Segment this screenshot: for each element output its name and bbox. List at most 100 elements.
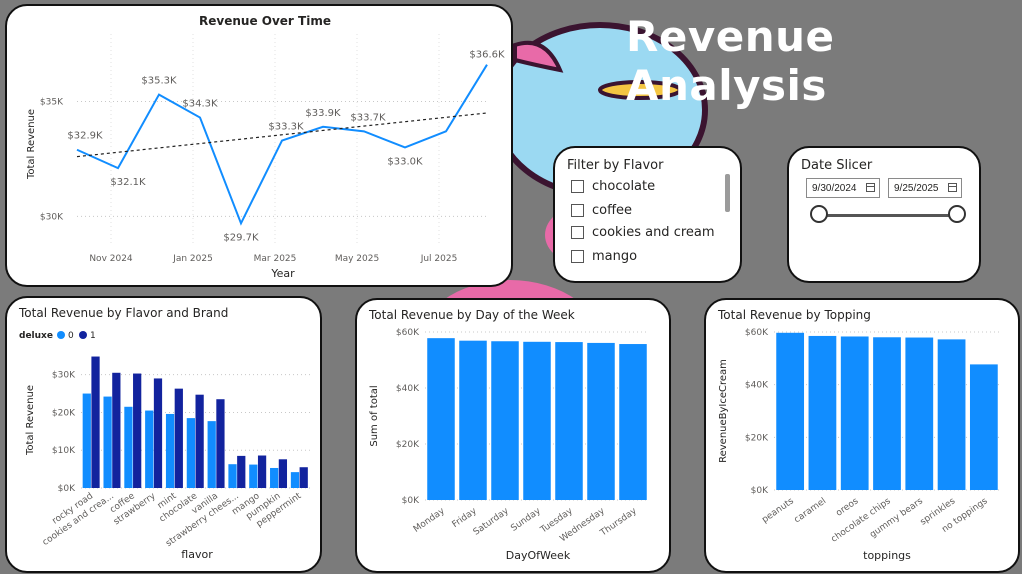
calendar-icon[interactable]: [948, 183, 957, 192]
x-axis-title: Year: [270, 267, 295, 280]
bar: [91, 356, 100, 488]
checkbox-icon[interactable]: [571, 203, 584, 217]
bar: [257, 455, 267, 488]
date-range-end-handle[interactable]: [948, 205, 966, 223]
data-label: $33.0K: [387, 156, 423, 167]
flavor-filter-scrollbar[interactable]: [725, 174, 730, 212]
bar: [195, 394, 204, 488]
data-label: $35.3K: [141, 76, 177, 87]
date-range-track[interactable]: [819, 214, 959, 217]
page-title: Revenue Analysis: [626, 12, 835, 110]
data-label: $33.9K: [305, 108, 341, 119]
day-of-week-panel: Total Revenue by Day of the Week $0K $20K $…: [355, 298, 671, 573]
calendar-icon[interactable]: [866, 183, 875, 192]
legend-label: 0: [68, 331, 74, 341]
y-tick-label: $20K: [745, 433, 769, 443]
bar: [278, 459, 288, 488]
bar: [840, 336, 869, 490]
y-axis-title: RevenueByIceCream: [718, 359, 729, 463]
data-label: $33.7K: [350, 112, 386, 123]
y-tick-label: $0K: [751, 486, 769, 496]
revenue-line: [76, 64, 488, 226]
day-of-week-chart: Total Revenue by Day of the Week $0K $20K $…: [368, 308, 649, 562]
flavor-option-mango[interactable]: mango: [571, 246, 637, 266]
flavor-option-label: mango: [592, 248, 638, 264]
y-axis-title: Sum of total: [369, 385, 380, 446]
end-date-value: 9/25/2025: [894, 182, 939, 194]
bar: [145, 410, 154, 488]
chart-title: Revenue Over Time: [199, 14, 331, 28]
bar: [491, 341, 519, 500]
flavor-option-coffee[interactable]: coffee: [571, 200, 632, 220]
bar: [249, 464, 258, 488]
bar: [165, 413, 175, 488]
x-tick-label: Nov 2024: [89, 254, 133, 264]
flavor-brand-chart: Total Revenue by Flavor and Brand deluxe 0…: [18, 306, 310, 561]
y-tick-label: $10K: [52, 446, 76, 456]
checkbox-icon[interactable]: [571, 225, 584, 239]
bar: [207, 421, 216, 488]
flavor-filter-panel: Filter by Flavor chocolate coffee cookie…: [553, 146, 742, 283]
data-label: $32.1K: [110, 177, 146, 188]
x-tick-label: Sunday: [509, 506, 543, 534]
checkbox-icon[interactable]: [571, 179, 584, 193]
x-axis-title: toppings: [863, 549, 911, 562]
x-tick-label: Jan 2025: [172, 254, 213, 264]
bar: [587, 342, 615, 500]
flavor-filter-title: Filter by Flavor: [567, 158, 664, 173]
bar: [555, 342, 583, 500]
chart-title: Total Revenue by Topping: [717, 308, 871, 322]
bar: [937, 339, 966, 490]
bar: [186, 418, 195, 488]
bar: [427, 338, 455, 500]
bar: [459, 340, 487, 500]
bar: [905, 337, 934, 490]
y-tick-label: $40K: [745, 381, 769, 391]
y-tick-label: $40K: [396, 384, 420, 394]
flavor-option-cookies-and-cream[interactable]: cookies and cream: [571, 222, 715, 242]
flavor-option-label: cookies and cream: [592, 224, 715, 240]
trend-line: [76, 112, 488, 158]
data-label: $29.7K: [223, 232, 259, 243]
y-tick-label: $35K: [40, 97, 64, 107]
topping-panel: Total Revenue by Topping $0K $20K $40K $60K p…: [704, 298, 1020, 573]
start-date-input[interactable]: 9/30/2024: [806, 178, 880, 198]
x-axis-title: flavor: [181, 548, 213, 561]
legend-marker: [79, 331, 87, 339]
bar: [228, 464, 237, 488]
date-range-start-handle[interactable]: [810, 205, 828, 223]
revenue-over-time-chart: Revenue Over Time $30K $35K Nov 2024 Jan 202…: [26, 14, 505, 280]
x-tick-label: Monday: [412, 506, 447, 535]
y-tick-label: $0K: [402, 496, 420, 506]
flavor-option-chocolate[interactable]: chocolate: [571, 176, 655, 196]
legend-label: 1: [90, 331, 96, 341]
legend-title: deluxe: [19, 331, 53, 341]
bar: [270, 467, 279, 488]
bar: [103, 396, 112, 488]
bar: [82, 393, 91, 488]
y-tick-label: $20K: [396, 440, 420, 450]
y-axis-title: Total Revenue: [25, 385, 36, 456]
data-label: $36.6K: [469, 50, 505, 61]
x-tick-label: Jul 2025: [420, 254, 458, 264]
bar: [290, 472, 300, 488]
chart-title: Total Revenue by Day of the Week: [368, 308, 575, 322]
data-label: $33.3K: [268, 122, 304, 133]
bar: [237, 455, 246, 488]
bar: [808, 335, 837, 490]
bar: [133, 373, 142, 488]
bar: [523, 341, 551, 500]
y-tick-label: $0K: [58, 484, 76, 494]
y-tick-label: $60K: [396, 328, 420, 338]
bar: [873, 337, 901, 490]
end-date-input[interactable]: 9/25/2025: [888, 178, 962, 198]
date-slicer-title: Date Slicer: [801, 158, 873, 173]
checkbox-icon[interactable]: [571, 249, 584, 263]
y-tick-label: $60K: [745, 328, 769, 338]
flavor-option-label: chocolate: [592, 178, 656, 194]
chart-title: Total Revenue by Flavor and Brand: [18, 306, 228, 320]
bar: [124, 406, 133, 488]
x-tick-label: peanuts: [760, 496, 796, 525]
x-axis-title: DayOfWeek: [506, 549, 571, 562]
y-tick-label: $30K: [52, 371, 76, 381]
